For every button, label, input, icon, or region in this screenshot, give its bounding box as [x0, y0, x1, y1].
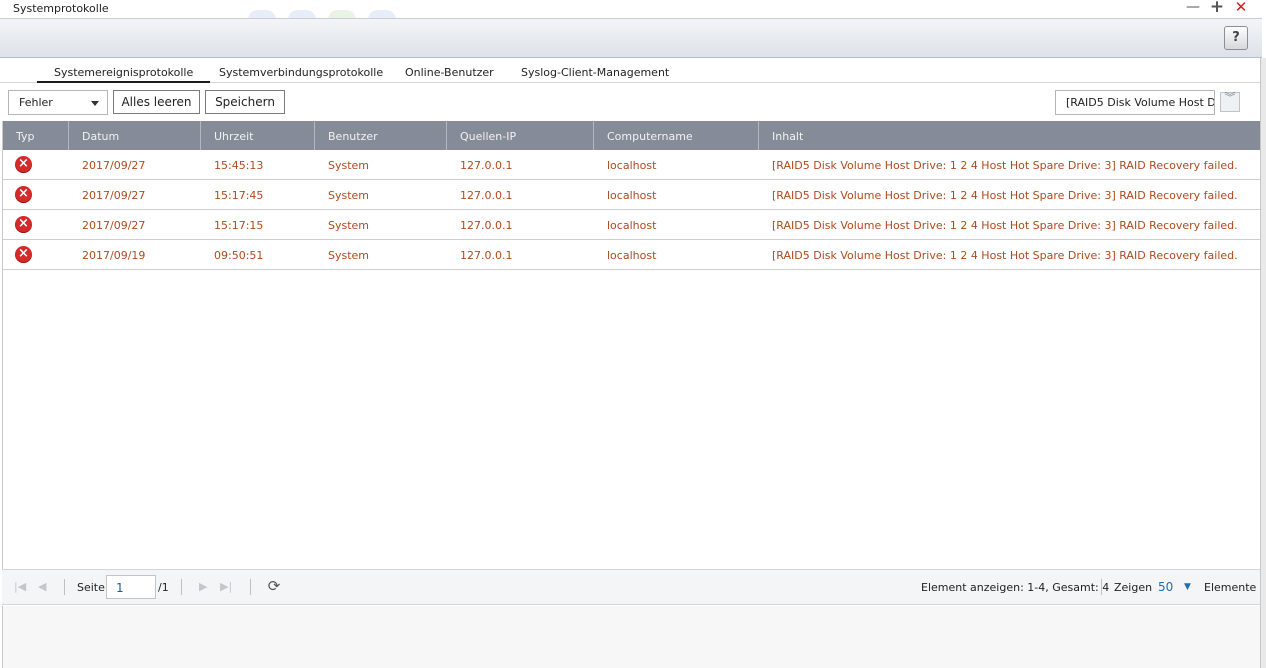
- error-icon: ×: [15, 216, 32, 233]
- refresh-icon[interactable]: ⟳: [265, 577, 283, 595]
- tab-online-users[interactable]: Online-Benutzer: [405, 66, 494, 79]
- pagination-bar: |◀ ◀ Seite 1 /1 ▶ ▶| ⟳ Element anzeigen:…: [2, 569, 1260, 605]
- save-button[interactable]: Speichern: [205, 90, 285, 114]
- cell-user: System: [328, 189, 370, 202]
- cell-source-ip: 127.0.0.1: [460, 219, 513, 232]
- close-button[interactable]: ✕: [1233, 0, 1249, 16]
- table-row[interactable]: × 2017/09/27 15:17:15 System 127.0.0.1 l…: [3, 210, 1261, 240]
- divider: [250, 579, 251, 595]
- filter-bar: Fehler Alles leeren Speichern [RAID5 Dis…: [0, 84, 1262, 120]
- cell-content: [RAID5 Disk Volume Host Drive: 1 2 4 Hos…: [772, 159, 1238, 172]
- page-number-input[interactable]: 1: [106, 575, 156, 599]
- cell-time: 09:50:51: [214, 249, 264, 262]
- minimize-button[interactable]: —: [1185, 0, 1201, 16]
- previous-page-icon[interactable]: ◀: [38, 580, 46, 593]
- maximize-button[interactable]: +: [1209, 0, 1225, 16]
- tab-syslog-client-management[interactable]: Syslog-Client-Management: [521, 66, 669, 79]
- error-icon: ×: [15, 186, 32, 203]
- cell-computer-name: localhost: [607, 219, 657, 232]
- first-page-icon[interactable]: |◀: [14, 580, 26, 593]
- severity-select-value: Fehler: [19, 96, 53, 109]
- table-header: Typ Datum Uhrzeit Benutzer Quellen-IP Co…: [3, 121, 1261, 150]
- system-logs-window: Systemprotokolle — + ✕ ? Systemereignisp…: [0, 0, 1266, 668]
- expand-filter-icon[interactable]: ︾: [1220, 92, 1240, 112]
- cell-content: [RAID5 Disk Volume Host Drive: 1 2 4 Hos…: [772, 189, 1238, 202]
- toolbar: [0, 18, 1262, 58]
- table-row[interactable]: × 2017/09/27 15:45:13 System 127.0.0.1 l…: [3, 150, 1261, 180]
- cell-user: System: [328, 219, 370, 232]
- next-page-icon[interactable]: ▶: [199, 580, 207, 593]
- tab-bar: Systemereignisprotokolle Systemverbindun…: [0, 60, 1262, 83]
- cell-date: 2017/09/19: [82, 249, 146, 262]
- clear-all-button[interactable]: Alles leeren: [113, 90, 200, 114]
- divider: [64, 579, 65, 595]
- log-table: Typ Datum Uhrzeit Benutzer Quellen-IP Co…: [2, 121, 1261, 569]
- footer-area: [2, 606, 1260, 668]
- cell-time: 15:17:45: [214, 189, 264, 202]
- column-header-content[interactable]: Inhalt: [759, 121, 1261, 150]
- table-row[interactable]: × 2017/09/19 09:50:51 System 127.0.0.1 l…: [3, 240, 1261, 270]
- column-header-type[interactable]: Typ: [3, 121, 69, 150]
- items-summary: Element anzeigen: 1-4, Gesamt: 4: [921, 581, 1110, 594]
- cell-source-ip: 127.0.0.1: [460, 249, 513, 262]
- page-size-value[interactable]: 50: [1158, 580, 1173, 594]
- error-icon: ×: [15, 246, 32, 263]
- cell-content: [RAID5 Disk Volume Host Drive: 1 2 4 Hos…: [772, 249, 1238, 262]
- cell-source-ip: 127.0.0.1: [460, 159, 513, 172]
- help-button[interactable]: ?: [1224, 26, 1248, 50]
- title-bar: Systemprotokolle — + ✕: [0, 0, 1266, 20]
- cell-computer-name: localhost: [607, 159, 657, 172]
- tab-system-connection-logs[interactable]: Systemverbindungsprotokolle: [219, 66, 383, 79]
- column-header-source-ip[interactable]: Quellen-IP: [447, 121, 594, 150]
- cell-date: 2017/09/27: [82, 219, 146, 232]
- items-label: Elemente: [1204, 581, 1257, 594]
- cell-user: System: [328, 249, 370, 262]
- cell-time: 15:17:15: [214, 219, 264, 232]
- column-header-user[interactable]: Benutzer: [315, 121, 447, 150]
- column-header-date[interactable]: Datum: [69, 121, 201, 150]
- divider: [1101, 579, 1102, 595]
- error-icon: ×: [15, 156, 32, 173]
- window-edge: [1260, 58, 1266, 668]
- cell-content: [RAID5 Disk Volume Host Drive: 1 2 4 Hos…: [772, 219, 1238, 232]
- column-header-time[interactable]: Uhrzeit: [201, 121, 315, 150]
- chevron-down-icon: [91, 101, 99, 106]
- cell-computer-name: localhost: [607, 249, 657, 262]
- cell-time: 15:45:13: [214, 159, 264, 172]
- divider: [181, 579, 182, 595]
- tab-system-event-logs[interactable]: Systemereignisprotokolle: [37, 66, 211, 83]
- search-input[interactable]: [RAID5 Disk Volume Host Dr: [1055, 90, 1215, 115]
- page-size-dropdown-icon[interactable]: ▼: [1184, 582, 1191, 592]
- table-row[interactable]: × 2017/09/27 15:17:45 System 127.0.0.1 l…: [3, 180, 1261, 210]
- cell-computer-name: localhost: [607, 189, 657, 202]
- cell-date: 2017/09/27: [82, 159, 146, 172]
- cell-user: System: [328, 159, 370, 172]
- last-page-icon[interactable]: ▶|: [220, 580, 232, 593]
- window-title: Systemprotokolle: [13, 2, 109, 15]
- column-header-computer-name[interactable]: Computername: [594, 121, 759, 150]
- page-total: /1: [158, 581, 169, 594]
- show-label: Zeigen: [1114, 581, 1153, 594]
- severity-select[interactable]: Fehler: [8, 90, 108, 115]
- cell-date: 2017/09/27: [82, 189, 146, 202]
- cell-source-ip: 127.0.0.1: [460, 189, 513, 202]
- page-label: Seite: [77, 581, 105, 594]
